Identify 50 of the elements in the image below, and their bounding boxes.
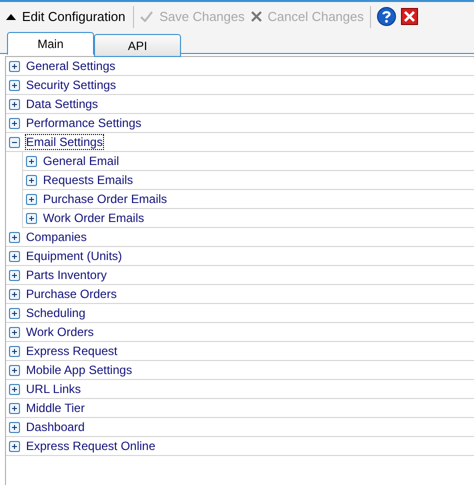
- expand-icon[interactable]: [9, 440, 20, 452]
- expand-icon[interactable]: [26, 156, 37, 166]
- expand-icon[interactable]: [26, 212, 37, 224]
- tree-item[interactable]: Express Request: [26, 344, 118, 358]
- expand-icon[interactable]: [9, 422, 20, 432]
- help-icon[interactable]: [376, 7, 396, 26]
- expand-icon[interactable]: [9, 60, 20, 72]
- tree-item[interactable]: URL Links: [26, 382, 81, 396]
- expand-icon[interactable]: [9, 308, 20, 318]
- tab[interactable]: API: [94, 34, 181, 57]
- tree-item[interactable]: Companies: [26, 230, 87, 244]
- caret-up-icon: [6, 14, 16, 20]
- tree-item[interactable]: Performance Settings: [26, 116, 142, 130]
- tree-item[interactable]: Data Settings: [26, 97, 98, 111]
- expand-icon[interactable]: [9, 346, 20, 356]
- checkmark-icon: [140, 11, 154, 22]
- tree-item[interactable]: Scheduling: [26, 306, 86, 320]
- tree-item[interactable]: Parts Inventory: [26, 268, 107, 282]
- close-icon[interactable]: [400, 8, 418, 25]
- tree-item[interactable]: General Settings: [26, 59, 116, 73]
- expand-icon[interactable]: [9, 250, 20, 262]
- tree-item[interactable]: Middle Tier: [26, 401, 85, 415]
- expand-icon[interactable]: [9, 80, 20, 90]
- expand-icon[interactable]: [26, 174, 37, 186]
- tree-item[interactable]: General Email: [43, 154, 120, 168]
- expand-icon[interactable]: [9, 288, 20, 300]
- tree-item[interactable]: Purchase Order Emails: [43, 192, 168, 206]
- tree-item[interactable]: Security Settings: [26, 78, 116, 92]
- expand-icon[interactable]: [9, 326, 20, 338]
- tree-item[interactable]: Dashboard: [26, 420, 85, 434]
- tree-item[interactable]: Purchase Orders: [26, 287, 117, 301]
- expand-icon[interactable]: [9, 402, 20, 414]
- tree-item[interactable]: Email Settings: [26, 135, 103, 149]
- expand-icon[interactable]: [9, 98, 20, 110]
- tree-item[interactable]: Requests Emails: [43, 173, 134, 187]
- collapse-icon[interactable]: [9, 136, 20, 148]
- expand-icon[interactable]: [9, 232, 20, 242]
- collapse-button[interactable]: Edit Configuration: [6, 6, 130, 26]
- tree-item[interactable]: Work Order Emails: [43, 211, 144, 225]
- tree-item[interactable]: Express Request Online: [26, 439, 156, 453]
- tree-item[interactable]: Work Orders: [26, 325, 94, 339]
- expand-icon[interactable]: [26, 194, 37, 204]
- tab[interactable]: Main: [7, 32, 94, 55]
- expand-icon[interactable]: [9, 364, 20, 376]
- close-icon: [250, 11, 262, 22]
- tree-item[interactable]: Mobile App Settings: [26, 363, 132, 377]
- tree-item[interactable]: Equipment (Units): [26, 249, 122, 263]
- expand-icon[interactable]: [9, 270, 20, 280]
- expand-icon[interactable]: [9, 384, 20, 394]
- expand-icon[interactable]: [9, 118, 20, 128]
